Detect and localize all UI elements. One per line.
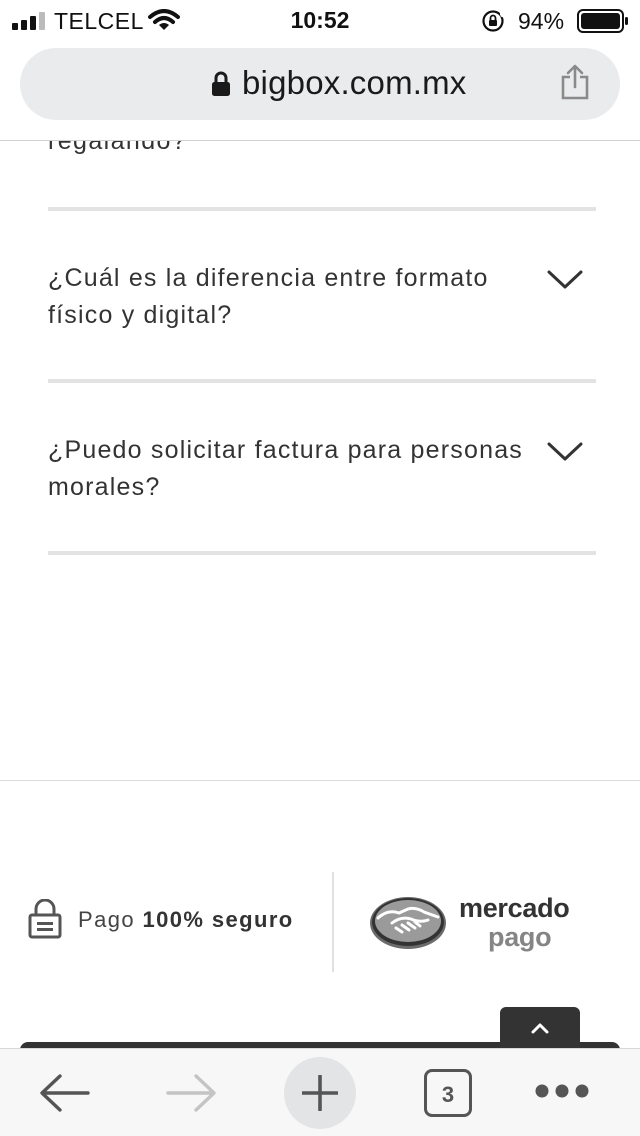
chevron-up-icon <box>531 1023 549 1034</box>
secure-payment-bold: 100% seguro <box>142 907 294 932</box>
faq-question[interactable]: ¿Puedo solicitar factura para personas m… <box>48 432 538 506</box>
browser-toolbar: 3 <box>0 1048 640 1136</box>
padlock-icon <box>28 899 62 939</box>
battery-icon <box>577 9 628 33</box>
lock-icon <box>212 71 230 96</box>
faq-question-partial: regalando? <box>48 141 188 155</box>
footer-divider <box>0 780 640 781</box>
faq-question[interactable]: ¿Cuál es la diferencia entre formato fís… <box>48 260 538 334</box>
mercado-pago-word2: pago <box>488 922 552 952</box>
new-tab-button[interactable] <box>284 1057 356 1129</box>
forward-arrow-icon[interactable] <box>166 1073 218 1113</box>
secure-payment-label: Pago <box>78 907 135 932</box>
rotation-lock-icon <box>482 10 505 32</box>
plus-icon <box>302 1075 338 1111</box>
battery-percent: 94% <box>518 8 565 34</box>
faq-divider <box>48 551 596 555</box>
url-domain[interactable]: bigbox.com.mx <box>242 64 467 102</box>
more-icon[interactable] <box>534 1083 590 1099</box>
tabs-button[interactable]: 3 <box>424 1069 472 1117</box>
tab-count: 3 <box>441 1082 455 1107</box>
chevron-down-icon[interactable] <box>546 440 584 464</box>
back-arrow-icon[interactable] <box>38 1073 90 1113</box>
address-bar[interactable]: bigbox.com.mx <box>20 48 620 120</box>
secure-payment-text: Pago 100% seguro <box>78 907 294 933</box>
mercado-pago-logo <box>370 897 446 949</box>
status-bar: TELCEL 10:52 94% <box>0 0 640 40</box>
faq-section: regalando? ¿Cuál es la diferencia entre … <box>0 141 640 781</box>
chevron-down-icon[interactable] <box>546 268 584 292</box>
mercado-pago-word1: mercado <box>459 893 570 923</box>
faq-divider <box>48 207 596 211</box>
share-icon[interactable] <box>560 64 590 100</box>
payment-divider <box>332 872 334 972</box>
faq-divider <box>48 379 596 383</box>
